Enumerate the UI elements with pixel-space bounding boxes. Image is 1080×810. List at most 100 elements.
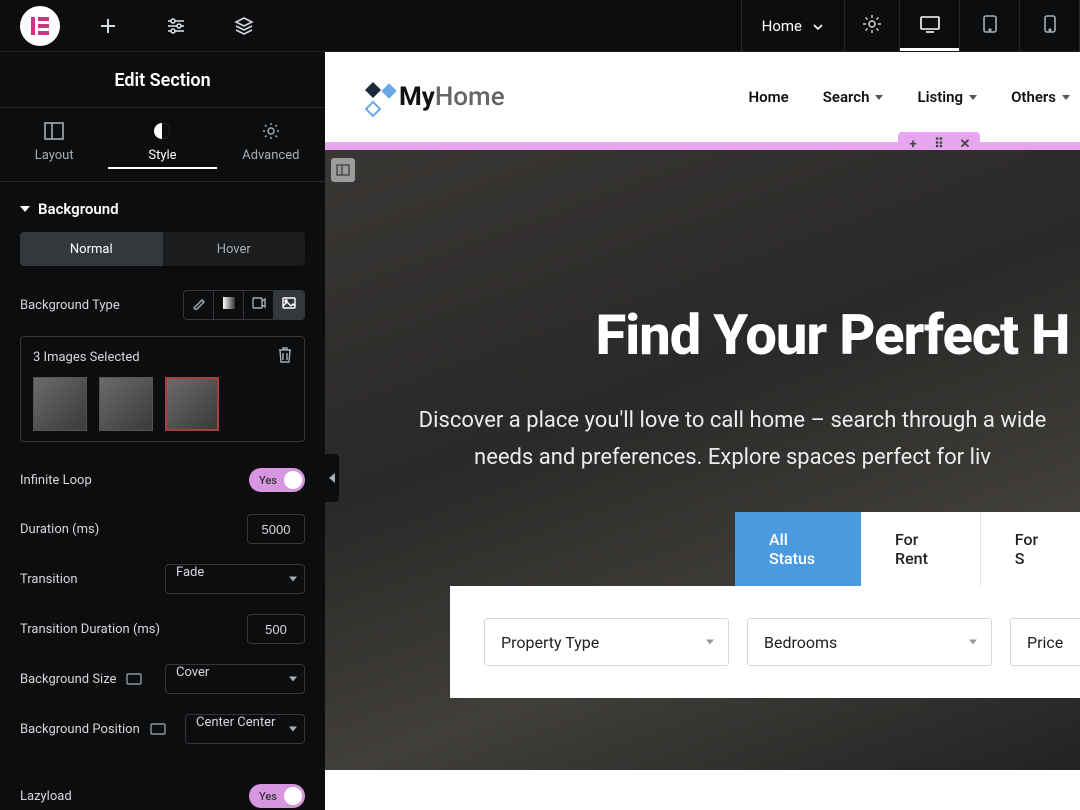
mobile-icon [1044,14,1056,38]
slideshow-icon [282,297,296,313]
bg-type-label: Background Type [20,298,183,313]
bg-type-row: Background Type [0,280,325,330]
slideshow-thumb-1[interactable] [33,377,87,431]
tab-style[interactable]: Style [108,108,216,181]
site-logo[interactable]: MyHome [365,82,505,112]
bg-position-label: Background Position [20,722,140,737]
panel-tabs: Layout Style Advanced [0,107,325,182]
status-tabs: All Status For Rent For S [735,512,1080,586]
bg-size-label: Background Size [20,672,116,687]
top-right-tools: Home [741,0,1080,51]
responsive-icon[interactable] [126,673,142,685]
top-left-tools [0,6,264,46]
bg-type-gradient[interactable] [214,291,244,319]
hero-title[interactable]: Find Your Perfect H [325,302,1080,368]
advanced-icon [217,122,325,140]
transition-select[interactable]: Fade [165,564,305,594]
tab-layout[interactable]: Layout [0,108,108,181]
gear-icon [862,14,882,38]
search-widget[interactable]: All Status For Rent For S Property Type … [735,512,1080,698]
lazyload-row: Lazyload Yes [0,772,325,810]
preview-canvas: MyHome Home Search Listing Others + ⠿ ✕ … [325,52,1080,810]
lazyload-label: Lazyload [20,789,72,804]
hero-subtitle[interactable]: Discover a place you'll love to call hom… [325,402,1080,477]
slideshow-images-box: 3 Images Selected [20,336,305,442]
bg-type-group [183,290,305,320]
add-element-icon[interactable] [96,14,120,38]
brush-icon [192,296,206,314]
chevron-down-icon [812,17,824,35]
nav-home[interactable]: Home [749,88,789,106]
nav-listing[interactable]: Listing [917,88,977,106]
sidebar-collapse-handle[interactable] [325,454,339,502]
page-settings-button[interactable] [844,0,900,51]
tablet-icon [982,14,998,38]
nav-search[interactable]: Search [823,88,884,106]
nav-others[interactable]: Others [1011,88,1070,106]
device-mobile[interactable] [1020,0,1080,51]
slideshow-thumb-2[interactable] [99,377,153,431]
page-selector[interactable]: Home [741,0,844,51]
close-section-icon[interactable]: ✕ [958,137,972,151]
chevron-down-icon [969,95,977,100]
device-tablet[interactable] [960,0,1020,51]
column-handle[interactable] [331,158,355,182]
add-section-icon[interactable]: + [906,137,920,151]
transition-row: Transition Fade [0,554,325,604]
price-select[interactable]: Price [1010,618,1080,666]
trash-icon[interactable] [278,347,292,367]
duration-row: Duration (ms) [0,504,325,554]
bg-state-hover[interactable]: Hover [163,232,306,266]
images-selected-label: 3 Images Selected [33,350,140,365]
infinite-loop-switch[interactable]: Yes [249,468,305,492]
infinite-loop-row: Infinite Loop Yes [0,456,325,504]
status-tab-sale[interactable]: For S [981,512,1080,586]
infinite-loop-label: Infinite Loop [20,473,92,488]
transition-label: Transition [20,572,78,587]
tab-advanced[interactable]: Advanced [217,108,325,181]
elementor-logo[interactable] [20,6,60,46]
caret-down-icon [20,206,30,212]
status-tab-all[interactable]: All Status [735,512,861,586]
gradient-icon [222,296,236,314]
switch-knob [284,471,302,489]
bg-size-row: Background Size Cover [0,654,325,704]
thumb-row [33,377,292,431]
duration-input[interactable] [247,514,305,544]
main-nav: Home Search Listing Others [749,88,1070,106]
page-name: Home [762,17,802,35]
responsive-icon[interactable] [150,723,166,735]
search-form: Property Type Bedrooms Price [450,586,1080,698]
video-icon [252,297,266,313]
chevron-left-icon [329,473,335,483]
bg-type-video[interactable] [244,291,274,319]
desktop-icon [919,15,941,37]
device-desktop[interactable] [900,0,960,51]
transition-duration-input[interactable] [247,614,305,644]
bg-state-normal[interactable]: Normal [20,232,163,266]
drag-section-icon[interactable]: ⠿ [932,137,946,151]
bg-type-classic[interactable] [184,291,214,319]
chevron-down-icon [969,640,977,645]
chevron-down-icon [875,95,883,100]
panel-title: Edit Section [0,52,325,107]
bg-type-slideshow[interactable] [274,291,304,319]
layout-icon [0,122,108,140]
logo-text-secondary: Home [435,82,505,112]
site-settings-icon[interactable] [164,14,188,38]
duration-label: Duration (ms) [20,522,99,537]
property-type-select[interactable]: Property Type [484,618,729,666]
switch-knob [284,787,302,805]
transition-duration-row: Transition Duration (ms) [0,604,325,654]
bg-position-select[interactable]: Center Center [185,714,305,744]
structure-icon[interactable] [232,14,256,38]
bg-size-select[interactable]: Cover [165,664,305,694]
lazyload-switch[interactable]: Yes [249,784,305,808]
section-edit-bar: + ⠿ ✕ [325,142,1080,150]
section-background-header[interactable]: Background [0,182,325,232]
bedrooms-select[interactable]: Bedrooms [747,618,992,666]
bg-state-toggle: Normal Hover [20,232,305,266]
slideshow-thumb-3[interactable] [165,377,219,431]
hero-section[interactable]: Find Your Perfect H Discover a place you… [325,150,1080,770]
status-tab-rent[interactable]: For Rent [861,512,981,586]
